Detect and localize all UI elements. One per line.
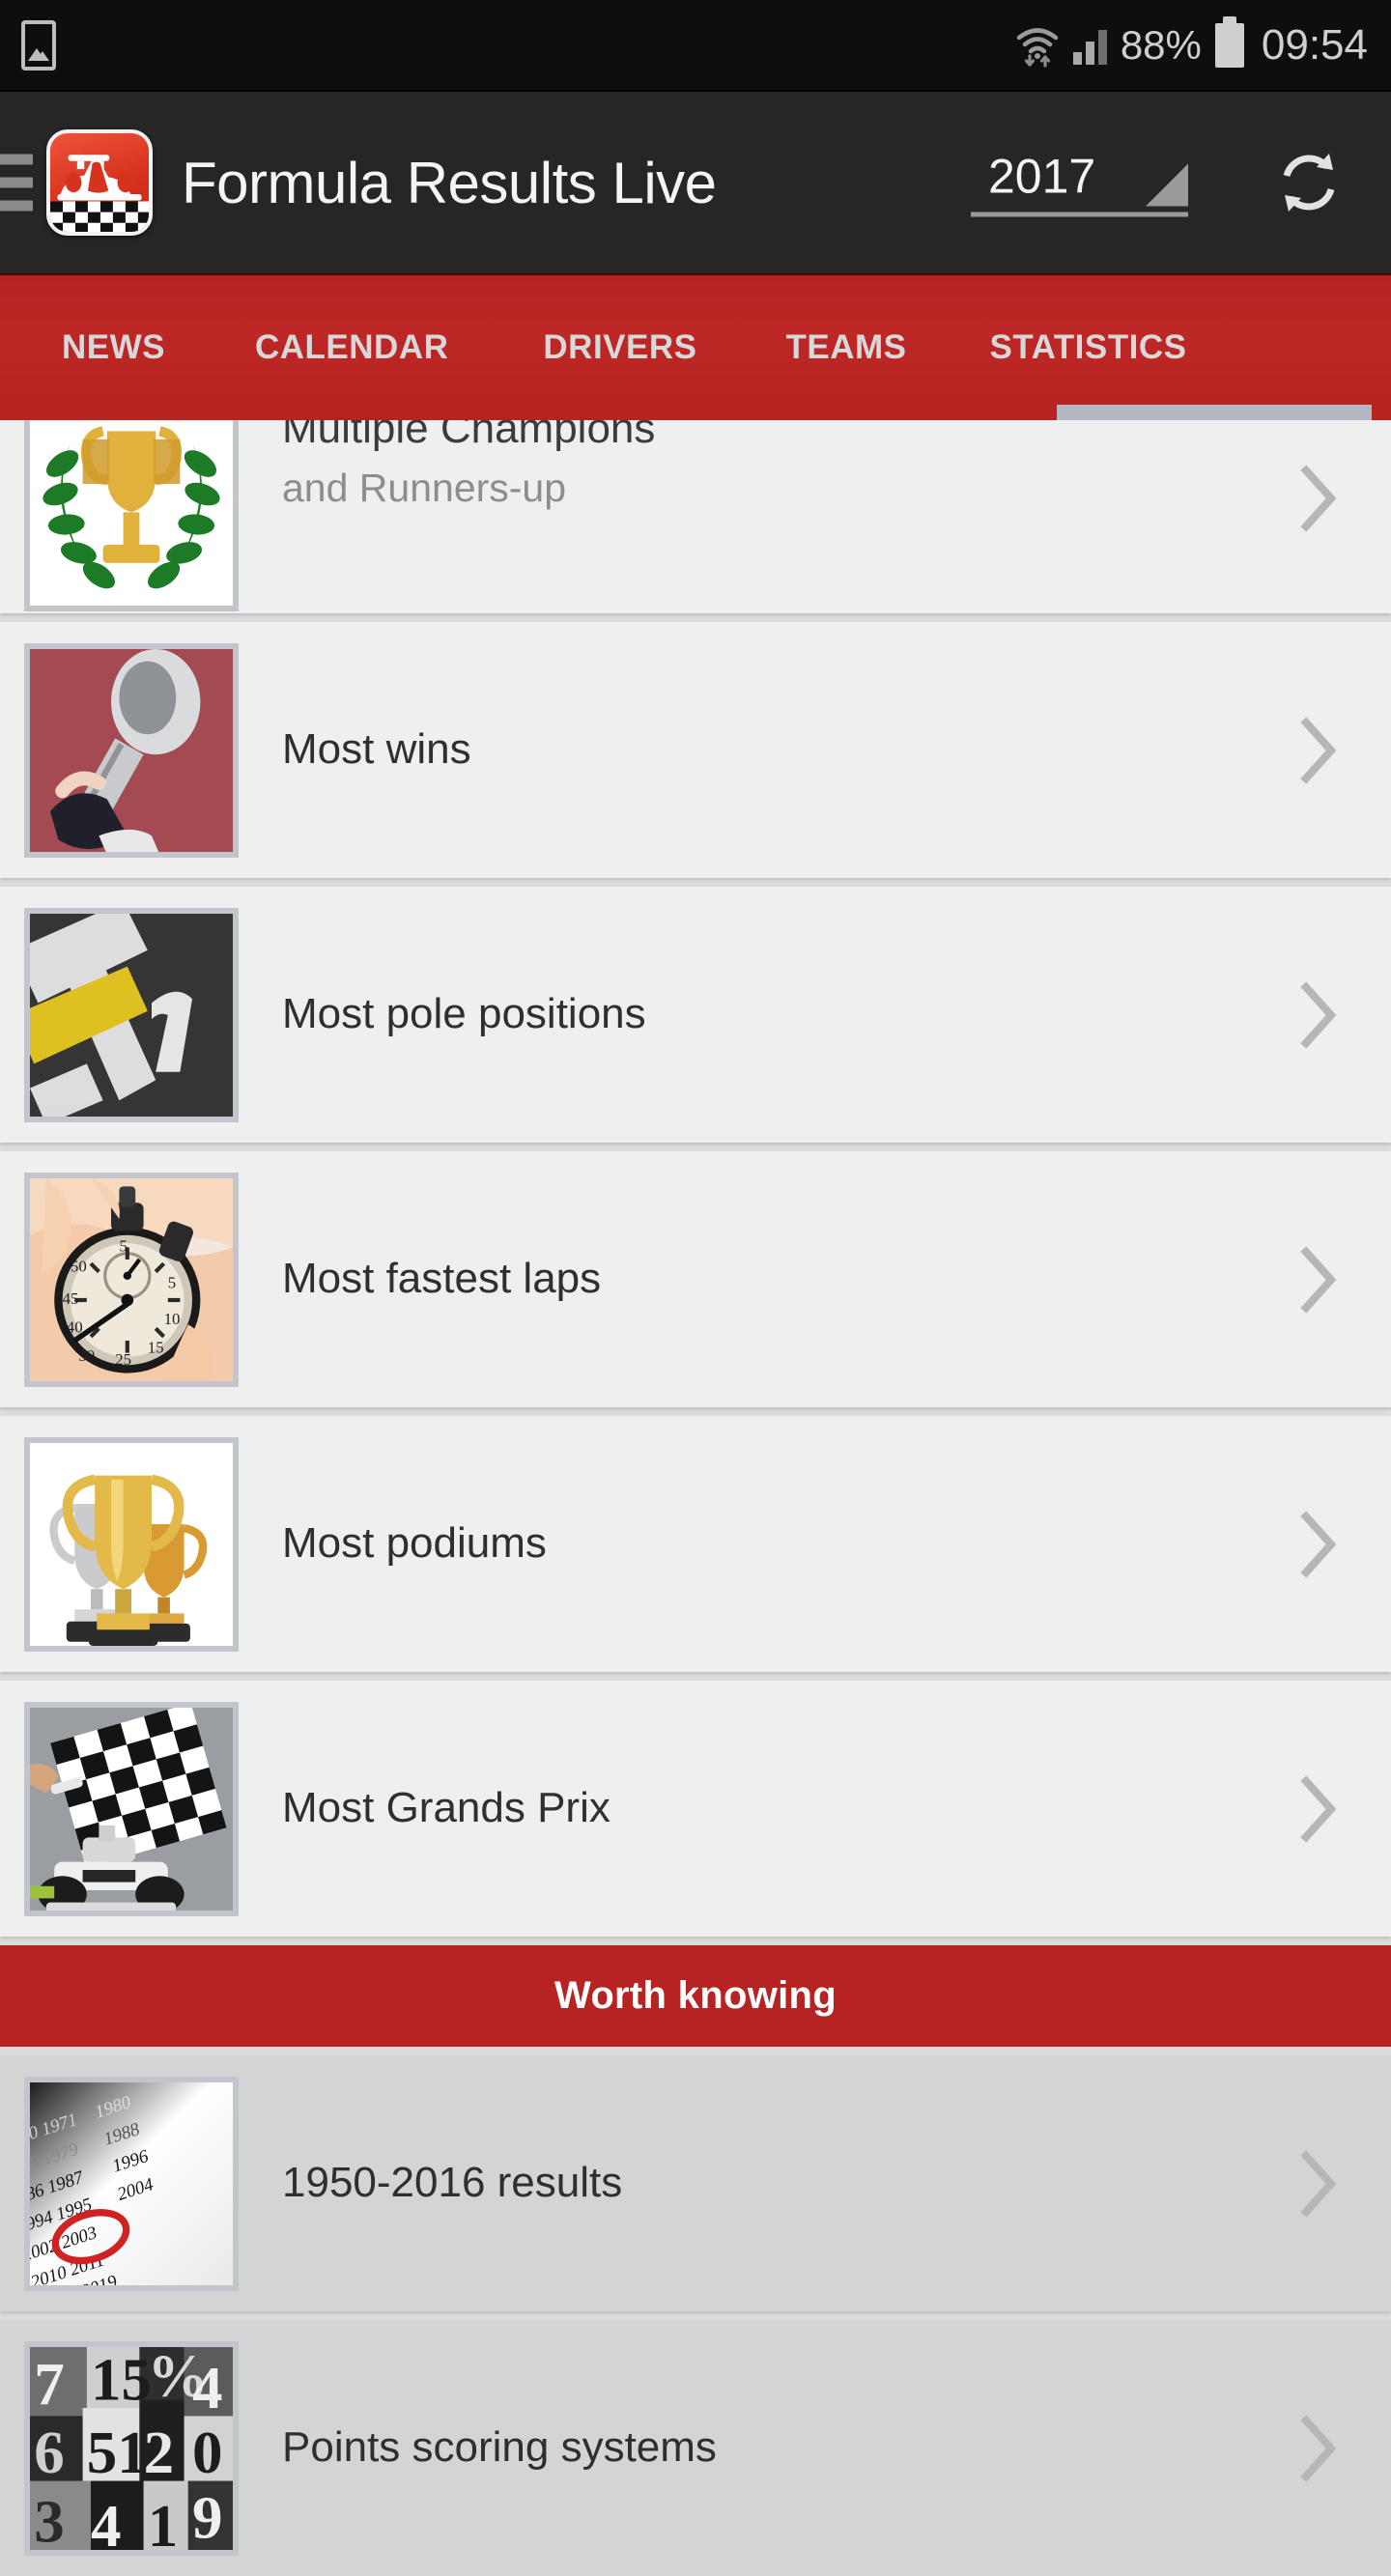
- checkered-flag-icon: [24, 1701, 239, 1916]
- formula-car-logo-icon: [46, 129, 153, 236]
- list-item-texts: Most Grands Prix: [282, 1784, 1391, 1833]
- list-item-title: Most Grands Prix: [282, 1784, 610, 1832]
- list-item[interactable]: Most Grands Prix: [0, 1681, 1391, 1937]
- list-item[interactable]: Most wins: [0, 622, 1391, 878]
- chevron-right-icon: [1298, 1774, 1341, 1843]
- list-item-title: Most fastest laps: [282, 1255, 602, 1303]
- tab-calendar[interactable]: CALENDAR: [255, 275, 448, 420]
- tab-bar: NEWS CALENDAR DRIVERS TEAMS STATISTICS: [0, 273, 1391, 420]
- silver-trophy-icon: [24, 642, 239, 858]
- svg-text:5: 5: [168, 1273, 176, 1291]
- chevron-right-icon: [1298, 716, 1341, 784]
- list-item-texts: Points scoring systems: [282, 2423, 1391, 2473]
- years-calendar-icon: 1970 1971 1980 1978 1979 1988 1986 1987 …: [24, 2076, 239, 2291]
- svg-text:45: 45: [63, 1289, 79, 1308]
- list-item-title: Points scoring systems: [282, 2423, 717, 2472]
- hamburger-menu-icon[interactable]: [0, 154, 33, 212]
- list-item-texts: Most fastest laps: [282, 1255, 1391, 1304]
- letterpress-numbers-icon: 7 15 % 4 6 51 2 0 3 4 1 9: [24, 2340, 239, 2556]
- app-bar: Formula Results Live 2017: [0, 92, 1391, 273]
- three-trophies-icon: [24, 1436, 239, 1652]
- list-item[interactable]: Most podiums: [0, 1416, 1391, 1672]
- signal-bars-icon: [1072, 26, 1107, 65]
- chevron-right-icon: [1298, 1510, 1341, 1578]
- chevron-right-icon: [1298, 980, 1341, 1049]
- year-value: 2017: [988, 149, 1096, 204]
- year-selector[interactable]: 2017: [971, 149, 1188, 217]
- svg-text:7: 7: [34, 2349, 64, 2417]
- status-right-icons: 88% 09:54: [1015, 15, 1368, 70]
- tab-statistics[interactable]: STATISTICS: [989, 275, 1186, 420]
- list-item-texts: Multiple Champions and Runners-up: [282, 420, 1391, 511]
- list-item-title: Multiple Champions: [282, 420, 656, 452]
- list-item-title: Most wins: [282, 725, 471, 774]
- chevron-right-icon: [1298, 2149, 1341, 2218]
- list-item[interactable]: Most pole positions: [0, 887, 1391, 1143]
- clock-label: 09:54: [1261, 20, 1368, 69]
- status-left-icons: [21, 19, 56, 71]
- list-item[interactable]: 55 10 15 25 30 40 45 50 Most fastest laps: [0, 1151, 1391, 1407]
- stopwatch-icon: 55 10 15 25 30 40 45 50: [24, 1172, 239, 1387]
- section-header-label: Worth knowing: [554, 1974, 837, 2017]
- list-item-texts: Most pole positions: [282, 990, 1391, 1039]
- list-item[interactable]: 1970 1971 1980 1978 1979 1988 1986 1987 …: [0, 2055, 1391, 2311]
- svg-text:15: 15: [91, 2347, 152, 2414]
- battery-icon: [1214, 15, 1244, 68]
- tab-news[interactable]: NEWS: [62, 275, 165, 420]
- list-item-title: Most pole positions: [282, 990, 646, 1038]
- wifi-icon: [1015, 23, 1060, 68]
- list-item-texts: 1950-2016 results: [282, 2159, 1391, 2208]
- active-tab-indicator: [1057, 405, 1372, 420]
- svg-text:9: 9: [192, 2483, 223, 2550]
- chevron-right-icon: [1298, 2414, 1341, 2482]
- photo-icon: [21, 19, 56, 71]
- svg-text:51: 51: [87, 2419, 148, 2486]
- grid-one-marking-icon: [24, 907, 239, 1122]
- svg-text:0: 0: [192, 2419, 223, 2486]
- list-item[interactable]: Multiple Champions and Runners-up: [0, 420, 1391, 613]
- tab-teams[interactable]: TEAMS: [785, 275, 906, 420]
- list-item-texts: Most wins: [282, 725, 1391, 775]
- list-item-title: 1950-2016 results: [282, 2159, 623, 2207]
- svg-text:3: 3: [34, 2487, 64, 2549]
- list-item-title: Most podiums: [282, 1519, 547, 1568]
- list-item[interactable]: 7 15 % 4 6 51 2 0 3 4 1 9 Points scoring…: [0, 2320, 1391, 2576]
- svg-text:10: 10: [164, 1310, 181, 1328]
- section-header-worth-knowing: Worth knowing: [0, 1945, 1391, 2047]
- page-title: Formula Results Live: [182, 150, 717, 215]
- svg-text:5: 5: [119, 1236, 127, 1255]
- chevron-right-icon: [1298, 1245, 1341, 1314]
- chevron-right-icon: [1298, 465, 1341, 532]
- svg-text:2: 2: [144, 2419, 175, 2486]
- refresh-icon: [1283, 154, 1335, 212]
- tab-drivers[interactable]: DRIVERS: [543, 275, 696, 420]
- trophy-laurel-icon: [24, 420, 239, 611]
- list-item-subtitle: and Runners-up: [282, 465, 567, 510]
- svg-text:15: 15: [148, 1338, 164, 1356]
- battery-percent-label: 88%: [1120, 21, 1202, 68]
- svg-text:50: 50: [71, 1257, 87, 1275]
- svg-text:6: 6: [34, 2419, 64, 2486]
- svg-text:30: 30: [78, 1346, 95, 1365]
- status-bar: 88% 09:54: [0, 0, 1391, 92]
- list-item-texts: Most podiums: [282, 1519, 1391, 1569]
- svg-text:1: 1: [148, 2491, 179, 2549]
- chevron-down-icon: [1146, 163, 1188, 207]
- refresh-button[interactable]: [1273, 147, 1345, 218]
- svg-text:4: 4: [91, 2491, 122, 2549]
- svg-text:25: 25: [115, 1350, 131, 1369]
- statistics-list[interactable]: Multiple Champions and Runners-up Most w…: [0, 420, 1391, 2576]
- svg-text:4: 4: [192, 2354, 223, 2421]
